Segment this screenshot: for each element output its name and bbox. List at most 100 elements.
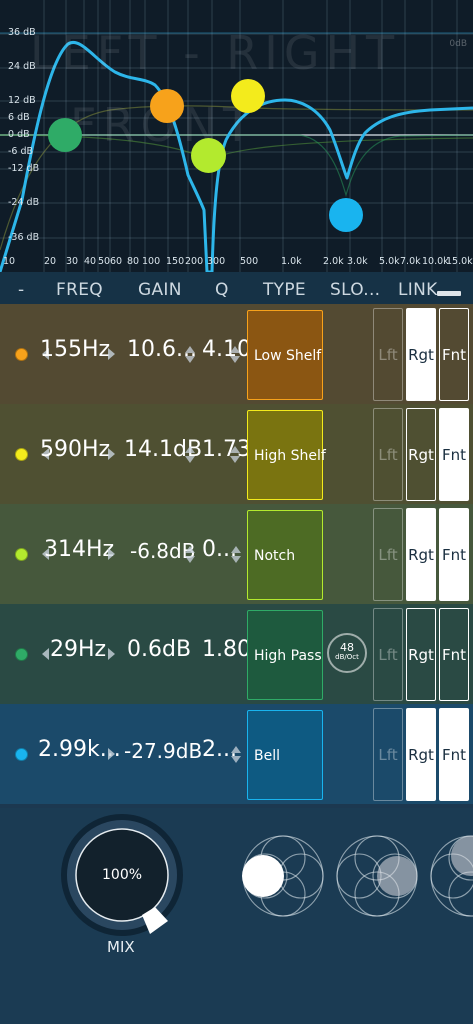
- freq-decrease-icon[interactable]: [42, 648, 49, 660]
- q-up-icon[interactable]: [230, 346, 240, 353]
- gain-value[interactable]: -27.9dB: [124, 739, 202, 763]
- freq-value[interactable]: 29Hz: [50, 637, 106, 662]
- link-front-toggle[interactable]: Fnt: [439, 508, 469, 601]
- link-toggle-bar[interactable]: [437, 291, 461, 296]
- link-left-toggle[interactable]: Lft: [373, 608, 403, 701]
- gain-up-icon[interactable]: [185, 346, 195, 353]
- filter-type-label: Low Shelf: [254, 348, 322, 364]
- header-q: Q: [215, 280, 229, 300]
- gain-value[interactable]: 0.6dB: [127, 637, 191, 662]
- band-color-dot[interactable]: [15, 648, 28, 661]
- bottom-controls: [61, 814, 473, 936]
- gain-up-icon[interactable]: [185, 546, 195, 553]
- link-front-toggle[interactable]: Fnt: [439, 308, 469, 401]
- filter-type-button[interactable]: High Pass: [247, 610, 323, 700]
- link-front-toggle[interactable]: Fnt: [439, 408, 469, 501]
- q-value[interactable]: 4.10: [202, 337, 251, 362]
- link-left-toggle[interactable]: Lft: [373, 308, 403, 401]
- gain-up-icon[interactable]: [185, 446, 195, 453]
- x-label: 3.0k: [347, 256, 368, 267]
- link-left-toggle[interactable]: Lft: [373, 708, 403, 801]
- freq-increase-icon[interactable]: [108, 548, 115, 560]
- band-handle-high-shelf[interactable]: [231, 79, 265, 113]
- band-color-dot[interactable]: [15, 448, 28, 461]
- band-handle-low-shelf[interactable]: [150, 89, 184, 123]
- link-left-toggle[interactable]: Lft: [373, 408, 403, 501]
- band-row-low-shelf: 155Hz 10.6... 4.10 Low Shelf Lft Rgt Fnt: [0, 304, 473, 404]
- odb-label: 0dB: [449, 39, 467, 49]
- panner-puck-1[interactable]: [242, 855, 284, 897]
- link-right-toggle[interactable]: Rgt: [406, 708, 436, 801]
- y-label: 24 dB: [8, 61, 36, 72]
- filter-type-button[interactable]: High Shelf: [247, 410, 326, 500]
- filter-type-label: Bell: [254, 748, 280, 764]
- x-label: 80: [127, 256, 140, 267]
- x-label: 5.0k: [379, 256, 400, 267]
- gain-down-icon[interactable]: [185, 356, 195, 363]
- q-up-icon[interactable]: [231, 746, 241, 753]
- q-up-icon[interactable]: [231, 546, 241, 553]
- mix-value: 100%: [102, 867, 143, 883]
- band-color-dot[interactable]: [15, 748, 28, 761]
- link-right-toggle[interactable]: Rgt: [406, 508, 436, 601]
- band-handle-high-pass[interactable]: [48, 118, 82, 152]
- band-handle-bell[interactable]: [329, 198, 363, 232]
- slope-unit: dB/Oct: [335, 653, 359, 661]
- watermark-channels: LEFT - RIGHT: [30, 26, 401, 80]
- x-label: 200: [185, 256, 204, 267]
- band-color-dot[interactable]: [15, 548, 28, 561]
- filter-type-button[interactable]: Notch: [247, 510, 323, 600]
- band-row-high-shelf: 590Hz 14.1dB 1.73 High Shelf Lft Rgt Fnt: [0, 404, 473, 504]
- eq-graph[interactable]: LEFT - RIGHT FRONT 0dB 36 dB 24 dB 12 dB…: [0, 0, 473, 272]
- freq-value[interactable]: 314Hz: [44, 537, 114, 562]
- panner-puck-3[interactable]: [451, 836, 473, 876]
- q-down-icon[interactable]: [230, 456, 240, 463]
- y-label: -36 dB: [8, 232, 40, 243]
- x-label: 150: [166, 256, 185, 267]
- freq-increase-icon[interactable]: [108, 648, 115, 660]
- link-left-toggle[interactable]: Lft: [373, 508, 403, 601]
- q-up-icon[interactable]: [230, 446, 240, 453]
- y-label: 36 dB: [8, 27, 36, 38]
- band-color-dot[interactable]: [15, 348, 28, 361]
- link-right-toggle[interactable]: Rgt: [406, 408, 436, 501]
- gain-down-icon[interactable]: [185, 556, 195, 563]
- freq-increase-icon[interactable]: [108, 748, 115, 760]
- q-value[interactable]: 1.73: [202, 437, 251, 462]
- freq-value[interactable]: 590Hz: [40, 437, 110, 462]
- link-right-toggle[interactable]: Rgt: [406, 308, 436, 401]
- freq-value[interactable]: 155Hz: [40, 337, 110, 362]
- filter-type-label: Notch: [254, 548, 296, 564]
- x-label: 1.0k: [281, 256, 302, 267]
- header-minus[interactable]: -: [18, 280, 24, 300]
- y-label: -6 dB: [8, 146, 34, 157]
- x-label: 60: [110, 256, 123, 267]
- bottom-panel: 100%: [0, 808, 473, 1024]
- y-label: -24 dB: [8, 197, 40, 208]
- header-type: TYPE: [263, 280, 306, 300]
- panner-puck-2[interactable]: [377, 856, 417, 896]
- q-down-icon[interactable]: [231, 756, 241, 763]
- x-label: 40: [84, 256, 97, 267]
- gain-down-icon[interactable]: [185, 456, 195, 463]
- mix-label: MIX: [107, 938, 135, 956]
- filter-type-label: High Pass: [254, 648, 322, 664]
- freq-increase-icon[interactable]: [108, 448, 115, 460]
- link-right-toggle[interactable]: Rgt: [406, 608, 436, 701]
- freq-increase-icon[interactable]: [108, 348, 115, 360]
- band-row-high-pass: 29Hz 0.6dB 1.80 High Pass 48 dB/Oct Lft …: [0, 604, 473, 704]
- link-front-toggle[interactable]: Fnt: [439, 708, 469, 801]
- slope-knob[interactable]: 48 dB/Oct: [327, 633, 367, 673]
- y-label: 6 dB: [8, 112, 30, 123]
- header-slope: SLO...: [330, 280, 381, 300]
- q-down-icon[interactable]: [230, 356, 240, 363]
- filter-type-button[interactable]: Bell: [247, 710, 323, 800]
- band-handle-notch[interactable]: [191, 138, 226, 173]
- link-front-toggle[interactable]: Fnt: [439, 608, 469, 701]
- header-freq: FREQ: [56, 280, 103, 300]
- filter-type-button[interactable]: Low Shelf: [247, 310, 323, 400]
- x-label: 20: [44, 256, 57, 267]
- q-value[interactable]: 1.80: [202, 637, 251, 662]
- slope-value: 48: [340, 641, 354, 654]
- q-down-icon[interactable]: [231, 556, 241, 563]
